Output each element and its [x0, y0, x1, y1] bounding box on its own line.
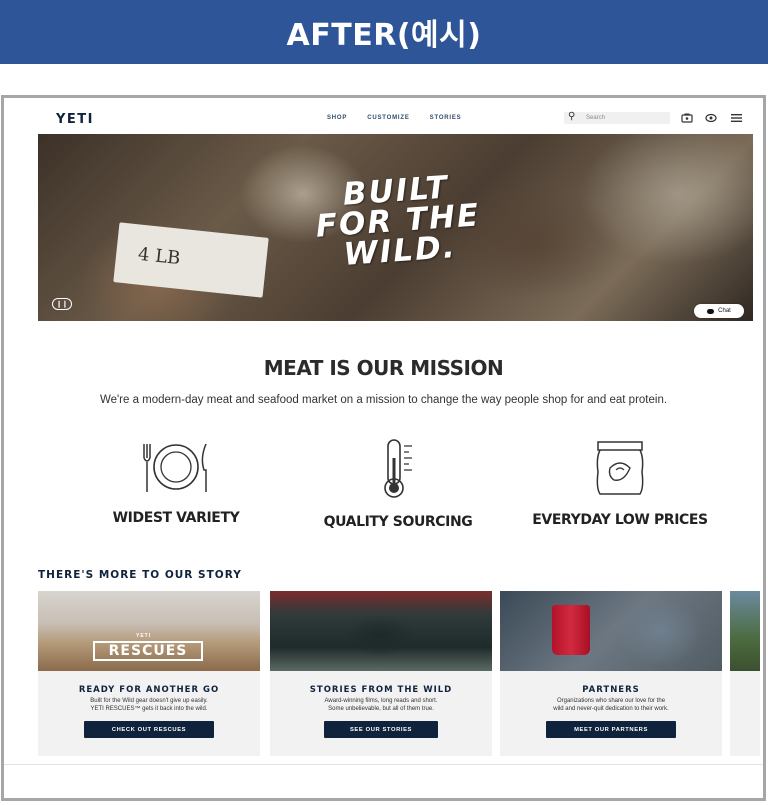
pause-icon: ❙❙: [56, 301, 68, 308]
pause-button[interactable]: ❙❙: [52, 298, 72, 310]
card-description-line: wild and never-quit dedication to their …: [553, 706, 669, 712]
check-out-rescues-button[interactable]: CHECK OUT RESCUES: [84, 721, 214, 738]
banner-title: AFTER(예시): [286, 18, 482, 53]
card-image: [270, 591, 492, 671]
card-title: PARTNERS: [582, 685, 640, 695]
hamburger-menu-icon[interactable]: [729, 112, 743, 124]
see-our-stories-button[interactable]: SEE OUR STORIES: [324, 721, 438, 738]
browser-screenshot-frame: YETI SHOP CUSTOMIZE STORIES ⚲ Search 4 L…: [1, 95, 766, 801]
card-image: [500, 591, 722, 671]
card-title: STORIES FROM THE WILD: [309, 685, 453, 695]
feature-label: WIDEST VARIETY: [112, 510, 240, 526]
yeti-logo[interactable]: YETI: [56, 112, 94, 127]
rescues-logo: RESCUES: [93, 641, 203, 661]
chat-button[interactable]: Chat: [694, 304, 744, 318]
example-banner: AFTER(예시): [0, 0, 768, 64]
chat-label: Chat: [718, 308, 731, 314]
feature-everyday-low-prices: EVERYDAY LOW PRICES: [520, 438, 720, 528]
mission-title: MEAT IS OUR MISSION: [263, 356, 504, 380]
feature-widest-variety: WIDEST VARIETY: [76, 438, 276, 526]
card-description-line: Award-winning films, long reads and shor…: [324, 698, 438, 704]
hero-sign-text: 4 LB: [137, 243, 182, 270]
card-image: [730, 591, 760, 671]
search-box[interactable]: ⚲ Search: [564, 111, 670, 124]
card-description: Award-winning films, long reads and shor…: [280, 697, 482, 713]
package-icon: [596, 441, 644, 495]
card-image: YETI RESCUES: [38, 591, 260, 671]
story-card-partial[interactable]: [730, 591, 760, 756]
story-card-stories[interactable]: STORIES FROM THE WILD Award-winning film…: [270, 591, 492, 756]
feature-label: EVERYDAY LOW PRICES: [532, 512, 708, 528]
story-card-partners[interactable]: PARTNERS Organizations who share our lov…: [500, 591, 722, 756]
meet-our-partners-button[interactable]: MEET OUR PARTNERS: [546, 721, 676, 738]
nav-item-stories[interactable]: STORIES: [430, 115, 462, 121]
card-title: READY FOR ANOTHER GO: [78, 685, 220, 695]
card-description: Built for the Wild gear doesn't give up …: [48, 697, 250, 713]
card-image-brand: YETI: [136, 633, 152, 639]
hero-banner: 4 LB BUILT FOR THE WILD. ❙❙ Chat: [38, 134, 753, 321]
story-card-rescues[interactable]: YETI RESCUES READY FOR ANOTHER GO Built …: [38, 591, 260, 756]
thermometer-icon: [384, 439, 412, 498]
nav-item-customize[interactable]: CUSTOMIZE: [367, 115, 409, 121]
card-description-line: YETI RESCUES™ gets it back into the wild…: [90, 706, 208, 712]
search-icon: ⚲: [568, 111, 576, 122]
card-description-line: Some unbelievable, but all of them true.: [328, 706, 434, 712]
feature-quality-sourcing: QUALITY SOURCING: [298, 438, 498, 530]
search-placeholder: Search: [586, 115, 606, 121]
main-menu: SHOP CUSTOMIZE STORIES: [327, 115, 462, 121]
nav-item-shop[interactable]: SHOP: [327, 115, 347, 121]
card-description-line: Organizations who share our love for the: [556, 698, 666, 704]
mission-subtitle: We're a modern-day meat and seafood mark…: [99, 394, 668, 406]
plate-cutlery-icon: [143, 443, 207, 492]
top-nav: YETI SHOP CUSTOMIZE STORIES ⚲ Search: [4, 98, 763, 134]
cart-icon[interactable]: [680, 112, 694, 124]
divider: [4, 764, 763, 765]
account-icon[interactable]: [704, 112, 718, 124]
chat-bubble-icon: [707, 308, 715, 314]
yeti-cup-image: [552, 605, 590, 655]
story-heading: THERE'S MORE TO OUR STORY: [38, 569, 242, 581]
hero-title: BUILT FOR THE WILD.: [265, 167, 531, 275]
card-description: Organizations who share our love for the…: [510, 697, 712, 713]
card-description-line: Built for the Wild gear doesn't give up …: [90, 698, 208, 704]
feature-label: QUALITY SOURCING: [323, 514, 473, 530]
